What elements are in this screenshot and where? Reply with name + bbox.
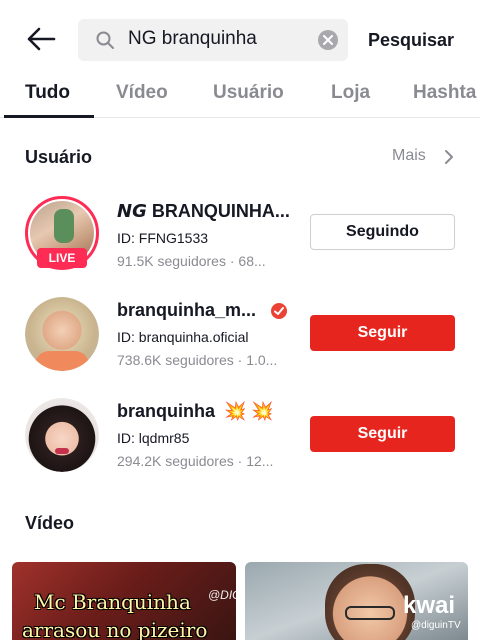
user-result-row[interactable]: LIVE 𝙉𝙂 BRANQUINHA... ID: FFNG1533 91.5K… bbox=[0, 190, 480, 290]
verified-icon bbox=[271, 303, 287, 319]
user-followers: 738.6K seguidores · 1.0... bbox=[117, 352, 278, 368]
video-watermark: @DIGUINTV bbox=[208, 588, 236, 602]
more-users-link[interactable]: Mais bbox=[392, 147, 426, 165]
tab-hashtags[interactable]: Hashta bbox=[413, 82, 476, 104]
clear-icon bbox=[323, 35, 333, 45]
user-result-row[interactable]: branquinha 💥 💥 ID: lqdmr85 294.2K seguid… bbox=[0, 392, 480, 492]
chevron-right-icon[interactable] bbox=[442, 149, 456, 165]
tab-users[interactable]: Usuário bbox=[213, 82, 284, 104]
avatar[interactable] bbox=[25, 398, 99, 472]
video-caption: Mc Branquinha bbox=[34, 590, 191, 614]
video-caption: arrasou no pizeiro bbox=[22, 618, 208, 640]
search-tabs: Tudo Vídeo Usuário Loja Hashta bbox=[0, 76, 480, 118]
user-name: 𝙉𝙂 BRANQUINHA... bbox=[117, 201, 290, 221]
search-icon bbox=[96, 31, 114, 49]
video-thumbnail[interactable]: kwai @diguinTV bbox=[245, 562, 468, 640]
back-button[interactable] bbox=[24, 24, 58, 54]
avatar-image bbox=[25, 297, 99, 371]
user-followers: 91.5K seguidores · 68... bbox=[117, 253, 266, 269]
user-id: ID: branquinha.oficial bbox=[117, 329, 249, 345]
back-arrow-icon bbox=[27, 27, 56, 51]
videos-section-title: Vídeo bbox=[25, 513, 75, 533]
user-result-row[interactable]: branquinha_m... ID: branquinha.oficial 7… bbox=[0, 291, 480, 391]
collision-emoji: 💥 💥 bbox=[224, 401, 274, 421]
follow-button[interactable]: Seguir bbox=[310, 416, 455, 452]
users-section-title: Usuário bbox=[25, 147, 93, 167]
user-id: ID: FFNG1533 bbox=[117, 230, 209, 246]
video-glasses-shape bbox=[345, 606, 395, 620]
active-tab-indicator bbox=[4, 115, 94, 118]
video-face-image bbox=[325, 564, 415, 640]
follow-button[interactable]: Seguir bbox=[310, 315, 455, 351]
tab-all[interactable]: Tudo bbox=[25, 82, 70, 104]
top-bar: NG branquinha Pesquisar bbox=[0, 0, 480, 80]
user-id: ID: lqdmr85 bbox=[117, 430, 190, 446]
video-thumbnail[interactable]: Mc Branquinha arrasou no pizeiro @DIGUIN… bbox=[12, 562, 236, 640]
following-button[interactable]: Seguindo bbox=[310, 214, 455, 250]
tab-video[interactable]: Vídeo bbox=[116, 82, 168, 104]
search-input[interactable]: NG branquinha bbox=[78, 19, 348, 61]
tab-shop[interactable]: Loja bbox=[331, 82, 370, 104]
search-query[interactable]: NG branquinha bbox=[128, 28, 257, 50]
avatar-image bbox=[25, 398, 99, 472]
clear-search-button[interactable] bbox=[318, 30, 338, 50]
user-followers: 294.2K seguidores · 12... bbox=[117, 453, 274, 469]
avatar[interactable] bbox=[25, 297, 99, 371]
user-name: branquinha_m... bbox=[117, 300, 257, 320]
search-submit-button[interactable]: Pesquisar bbox=[368, 30, 454, 51]
video-handle: @diguinTV bbox=[411, 620, 461, 631]
kwai-watermark: kwai bbox=[403, 592, 456, 619]
live-badge: LIVE bbox=[37, 248, 87, 268]
user-name: branquinha bbox=[117, 401, 215, 421]
